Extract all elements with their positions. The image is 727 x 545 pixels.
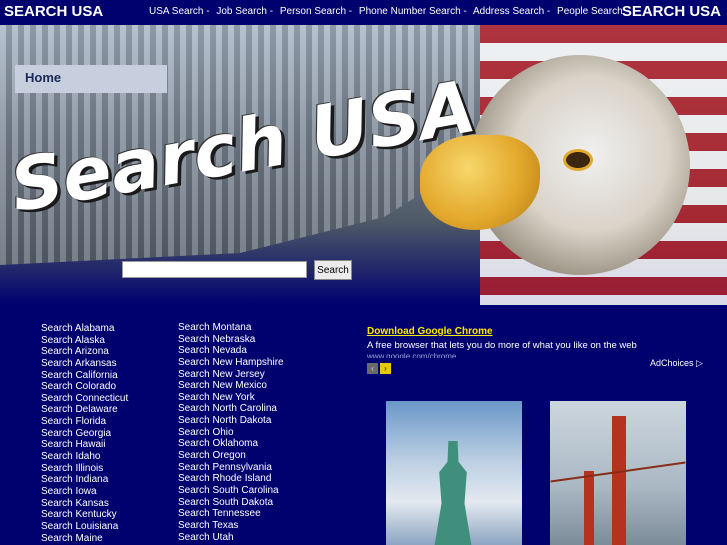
state-link[interactable]: Search Oklahoma xyxy=(178,438,284,450)
state-link[interactable]: Search Indiana xyxy=(41,474,128,486)
state-link[interactable]: Search Nebraska xyxy=(178,334,284,346)
state-link[interactable]: Search Rhode Island xyxy=(178,473,284,485)
bridge-tower-shape xyxy=(584,471,594,545)
eagle-eye-image xyxy=(563,149,593,171)
state-link[interactable]: Search North Carolina xyxy=(178,403,284,415)
chevron-right-icon[interactable]: › xyxy=(380,363,391,374)
search-button[interactable]: Search xyxy=(314,260,352,280)
top-nav: USA Search - Job Search - Person Search … xyxy=(149,6,627,17)
state-link[interactable]: Search Idaho xyxy=(41,451,128,463)
state-link[interactable]: Search Tennessee xyxy=(178,508,284,520)
state-link[interactable]: Search Colorado xyxy=(41,381,128,393)
nav-phone-number-search[interactable]: Phone Number Search - xyxy=(359,6,467,17)
state-link[interactable]: Search Louisiana xyxy=(41,521,128,533)
state-link[interactable]: Search Arkansas xyxy=(41,358,128,370)
ad-description: A free browser that lets you do more of … xyxy=(367,340,637,351)
brand-logo-left[interactable]: SEARCH USA xyxy=(4,3,103,20)
state-link[interactable]: Search Alaska xyxy=(41,335,128,347)
hero-banner: Home Search USA xyxy=(0,25,727,305)
bridge-tower-shape xyxy=(612,416,626,545)
state-link[interactable]: Search Utah xyxy=(178,532,284,544)
state-link[interactable]: Search Maine xyxy=(41,533,128,545)
adchoices-link[interactable]: AdChoices ▷ xyxy=(650,358,703,369)
state-link[interactable]: Search New York xyxy=(178,392,284,404)
home-tab[interactable]: Home xyxy=(15,65,167,93)
state-link[interactable]: Search Hawaii xyxy=(41,439,128,451)
state-link[interactable]: Search California xyxy=(41,370,128,382)
ad-unit: Download Google Chrome A free browser th… xyxy=(367,326,707,358)
ad-title-link[interactable]: Download Google Chrome xyxy=(367,326,707,337)
state-link[interactable]: Search Texas xyxy=(178,520,284,532)
state-link[interactable]: Search Oregon xyxy=(178,450,284,462)
nav-usa-search[interactable]: USA Search - xyxy=(149,6,210,17)
search-input[interactable] xyxy=(122,261,307,278)
statue-of-liberty-shape xyxy=(434,441,472,545)
state-link[interactable]: Search Connecticut xyxy=(41,393,128,405)
state-link[interactable]: Search Ohio xyxy=(178,427,284,439)
state-link[interactable]: Search Arizona xyxy=(41,346,128,358)
top-bar: SEARCH USA USA Search - Job Search - Per… xyxy=(0,0,727,24)
state-link[interactable]: Search Nevada xyxy=(178,345,284,357)
ad-pager: ‹ › xyxy=(367,358,393,376)
state-link[interactable]: Search Kansas xyxy=(41,498,128,510)
state-link[interactable]: Search Kentucky xyxy=(41,509,128,521)
nav-person-search[interactable]: Person Search - xyxy=(280,6,352,17)
nav-address-search[interactable]: Address Search - xyxy=(473,6,550,17)
state-link[interactable]: Search New Jersey xyxy=(178,369,284,381)
state-link[interactable]: Search Iowa xyxy=(41,486,128,498)
nav-job-search[interactable]: Job Search - xyxy=(216,6,273,17)
state-link[interactable]: Search New Hampshire xyxy=(178,357,284,369)
states-list-column-2: Search Montana Search Nebraska Search Ne… xyxy=(178,322,284,543)
state-link[interactable]: Search Illinois xyxy=(41,463,128,475)
state-link[interactable]: Search Delaware xyxy=(41,404,128,416)
state-link[interactable]: Search Pennsylvania xyxy=(178,462,284,474)
golden-gate-bridge-photo[interactable] xyxy=(550,401,686,545)
state-link[interactable]: Search Georgia xyxy=(41,428,128,440)
state-link[interactable]: Search Montana xyxy=(178,322,284,334)
statue-of-liberty-photo[interactable] xyxy=(386,401,522,545)
nav-people-search[interactable]: People Search xyxy=(557,6,623,17)
state-link[interactable]: Search South Carolina xyxy=(178,485,284,497)
chevron-left-icon[interactable]: ‹ xyxy=(367,363,378,374)
state-link[interactable]: Search Alabama xyxy=(41,323,128,335)
state-link[interactable]: Search North Dakota xyxy=(178,415,284,427)
state-link[interactable]: Search South Dakota xyxy=(178,497,284,509)
brand-logo-right[interactable]: SEARCH USA xyxy=(622,3,721,20)
state-link[interactable]: Search Florida xyxy=(41,416,128,428)
states-list-column-1: Search Alabama Search Alaska Search Ariz… xyxy=(41,323,128,544)
state-link[interactable]: Search New Mexico xyxy=(178,380,284,392)
